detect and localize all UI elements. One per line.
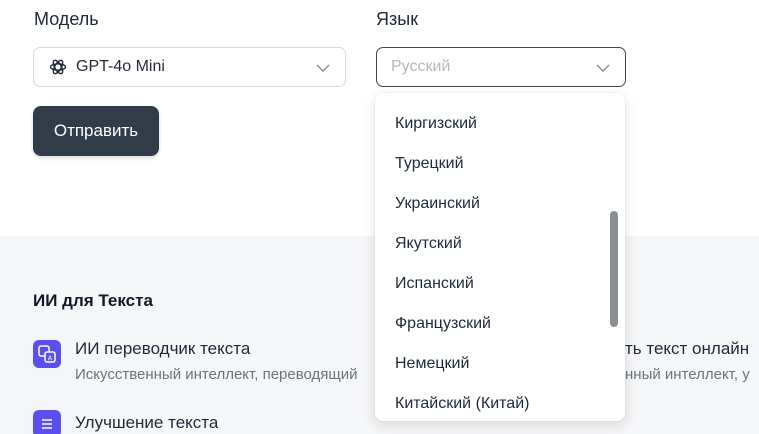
- language-option[interactable]: Французский: [395, 315, 491, 333]
- tool-title-improve[interactable]: Улучшение текста: [75, 413, 218, 433]
- list-icon: [33, 410, 61, 434]
- language-option[interactable]: Турецкий: [395, 155, 464, 173]
- language-option[interactable]: Испанский: [395, 275, 474, 293]
- language-dropdown[interactable]: Киргизский Турецкий Украинский Якутский …: [375, 93, 625, 421]
- section-title: ИИ для Текста: [33, 291, 153, 310]
- language-option[interactable]: Якутский: [395, 235, 462, 253]
- openai-logo-icon: [48, 57, 68, 77]
- language-select[interactable]: Русский: [376, 47, 626, 87]
- chevron-down-icon: [315, 60, 331, 76]
- chevron-down-icon: [595, 60, 611, 76]
- translate-icon: A: [33, 340, 61, 368]
- tool-title-translator[interactable]: ИИ переводчик текста: [75, 339, 250, 359]
- language-select-placeholder: Русский: [391, 58, 451, 75]
- language-option[interactable]: Киргизский: [395, 115, 477, 133]
- language-option[interactable]: Украинский: [395, 195, 480, 213]
- tool-desc-translator: Искусственный интеллект, переводящий: [75, 366, 358, 383]
- svg-text:A: A: [48, 356, 53, 363]
- model-select-value: GPT-4o Mini: [76, 58, 165, 75]
- dropdown-scrollbar[interactable]: [610, 211, 618, 327]
- model-select[interactable]: GPT-4o Mini: [33, 47, 346, 87]
- tool-desc-partial: нный интеллект, у: [625, 366, 750, 383]
- submit-button[interactable]: Отправить: [33, 106, 159, 156]
- language-option[interactable]: Китайский (Китай): [395, 395, 529, 413]
- model-label: Модель: [34, 9, 99, 29]
- tool-title-partial[interactable]: ть текст онлайн: [625, 339, 759, 359]
- language-label: Язык: [376, 9, 419, 29]
- language-option[interactable]: Немецкий: [395, 355, 469, 373]
